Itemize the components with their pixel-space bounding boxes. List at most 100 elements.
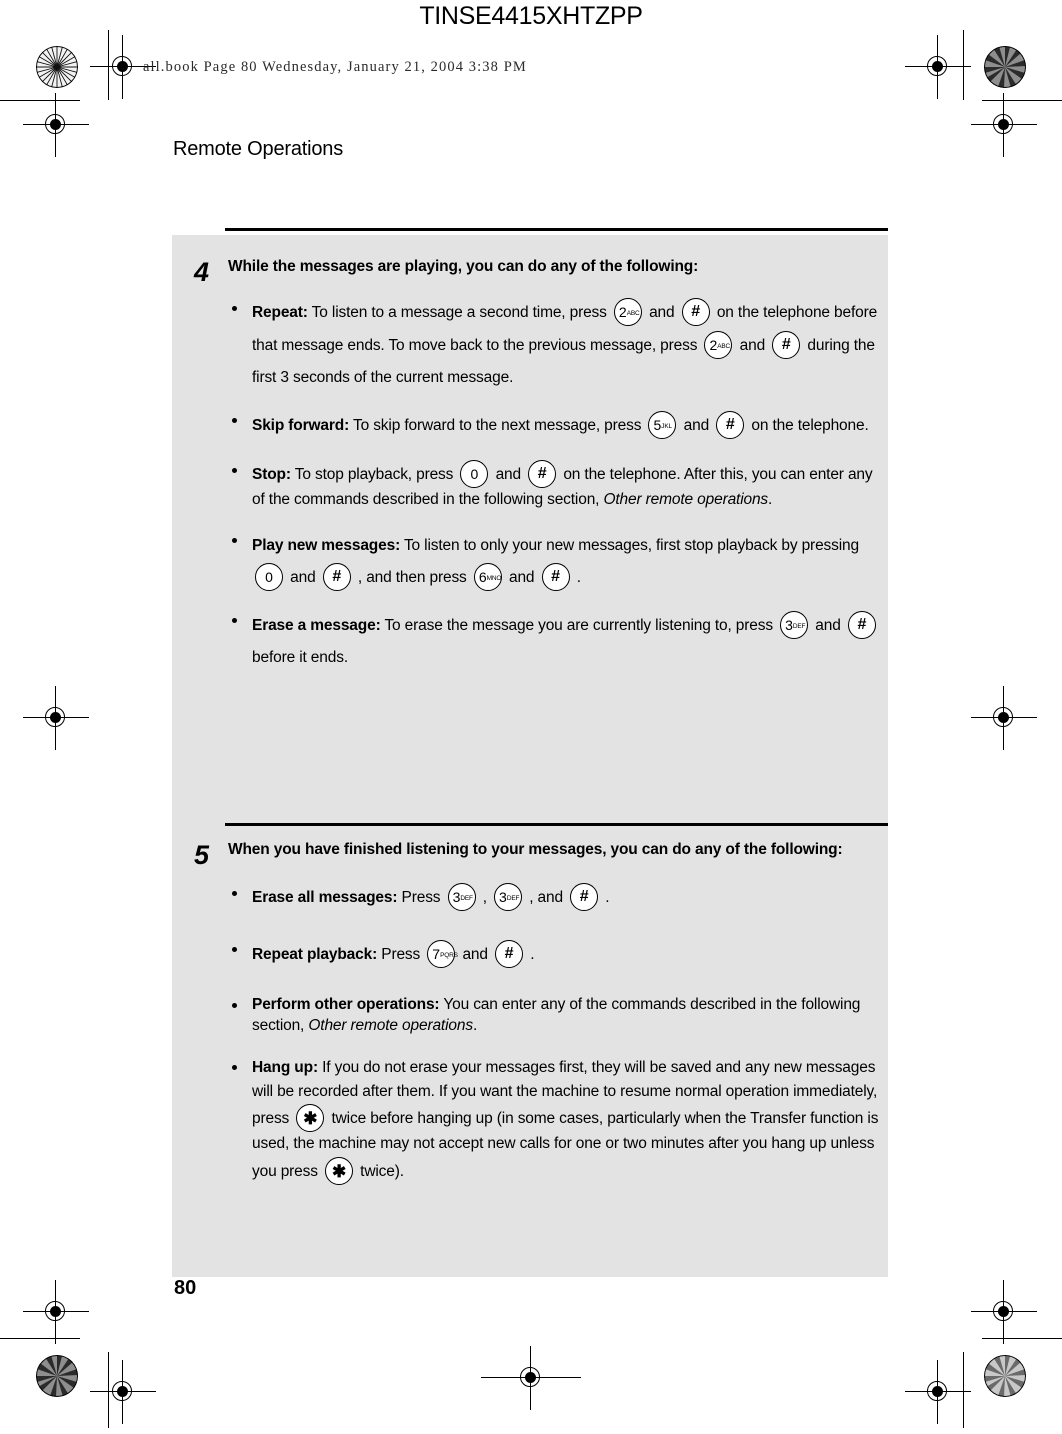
bullet-text-d: . (601, 889, 610, 907)
bullet-text-a: To listen to only your new messages, fir… (400, 536, 859, 554)
crosshair-target-icon (23, 686, 89, 750)
keypad-key-hash[interactable]: # (495, 939, 524, 968)
keypad-key-5[interactable]: 5JKL (648, 410, 677, 439)
keypad-key-2[interactable]: 2ABC (613, 298, 642, 327)
bullet-text-a: Press (397, 889, 445, 907)
step-5-bullets: Erase all messages: Press 3DEF , 3DEF , … (228, 882, 884, 1185)
keypad-key-hash[interactable]: # (847, 610, 876, 639)
keypad-key-3[interactable]: 3DEF (447, 883, 476, 912)
bullet-text-e: . (572, 568, 581, 586)
section-rule-top (225, 228, 888, 231)
step-4: 4 While the messages are playing, you ca… (194, 257, 884, 674)
crosshair-target-icon (23, 1280, 89, 1344)
keypad-key-star[interactable]: ✱ (296, 1104, 325, 1133)
instructions-panel: 4 While the messages are playing, you ca… (172, 228, 888, 1277)
bullet-text-a: To listen to a message a second time, pr… (307, 304, 611, 322)
document-code: TINSE4415XHTZPP (419, 2, 643, 30)
bullet-label: Hang up: (252, 1059, 318, 1077)
keypad-key-hash[interactable]: # (528, 459, 557, 488)
list-item: Erase a message: To erase the message yo… (228, 610, 884, 674)
trim-line-vertical (963, 1352, 964, 1428)
bullet-dot-icon (232, 1002, 237, 1008)
starburst-density-icon (984, 1355, 1026, 1397)
keypad-key-0[interactable]: 0 (460, 459, 489, 488)
bullet-text-b: and (679, 416, 714, 434)
bullet-dot-icon (232, 890, 237, 896)
trim-line-horizontal (0, 100, 80, 101)
bullet-text-b: and (811, 616, 845, 634)
bullet-text-a: To stop playback, press (290, 465, 458, 483)
keypad-key-hash[interactable]: # (681, 298, 710, 327)
keypad-key-6[interactable]: 6MNO (473, 562, 502, 591)
crosshair-target-icon (481, 1346, 581, 1410)
bullet-text-c: , and (525, 889, 568, 907)
starburst-density-icon (36, 1355, 78, 1397)
file-info-line: all.book Page 80 Wednesday, January 21, … (143, 59, 527, 75)
keypad-key-hash[interactable]: # (570, 883, 599, 912)
crosshair-target-icon (90, 35, 156, 99)
bullet-text-c: , and then press (353, 568, 471, 586)
step-number: 5 (194, 840, 210, 870)
section-rule-middle (225, 823, 888, 826)
bullet-label: Perform other operations: (252, 995, 440, 1013)
crosshair-target-icon (971, 686, 1037, 750)
crosshair-target-icon (23, 93, 89, 157)
keypad-key-7[interactable]: 7PQRS (427, 939, 458, 968)
list-item: Erase all messages: Press 3DEF , 3DEF , … (228, 882, 884, 914)
bullet-text-italic: Other remote operations (308, 1016, 473, 1034)
keypad-key-0[interactable]: 0 (255, 562, 283, 591)
bullet-text-b: and (644, 304, 679, 322)
list-item: Repeat: To listen to a message a second … (228, 297, 884, 393)
bullet-text-b: and (491, 465, 526, 483)
bullet-text-b: and (458, 945, 493, 963)
list-item: Perform other operations: You can enter … (228, 995, 884, 1037)
list-item: Play new messages: To listen to only you… (228, 530, 884, 594)
page-number: 80 (174, 1277, 197, 1299)
bullet-text-b: . (472, 1016, 478, 1034)
bullet-text-a: To skip forward to the next message, pre… (349, 416, 646, 434)
bullet-dot-icon (232, 617, 237, 623)
bullet-dot-icon (232, 417, 237, 423)
bullet-text-italic: Other remote operations (603, 490, 769, 508)
keypad-key-hash[interactable]: # (772, 330, 801, 359)
trim-line-horizontal (0, 1338, 80, 1339)
bullet-dot-icon (232, 946, 237, 952)
bullet-text-d: . (768, 490, 773, 508)
trim-line-vertical (963, 30, 964, 100)
trim-line-horizontal (982, 1338, 1062, 1339)
bullet-text-a: Press (377, 945, 425, 963)
keypad-key-3[interactable]: 3DEF (780, 610, 809, 639)
bullet-label: Erase all messages: (252, 889, 398, 907)
bullet-text-c: twice). (356, 1162, 404, 1180)
bullet-dot-icon (232, 537, 237, 543)
bullet-text-d: and (504, 568, 539, 586)
bullet-text-c: on the telephone. (747, 416, 869, 434)
bullet-label: Play new messages: (252, 536, 401, 554)
bullet-label: Erase a message: (252, 616, 381, 634)
starburst-density-icon (984, 46, 1026, 88)
bullet-text-d: and (735, 336, 770, 354)
keypad-key-hash[interactable]: # (716, 410, 745, 439)
bullet-label: Repeat playback: (252, 945, 378, 963)
bullet-label: Repeat: (252, 304, 308, 322)
bullet-text-b: , (478, 889, 492, 907)
keypad-key-hash[interactable]: # (322, 562, 351, 591)
list-item: Repeat playback: Press 7PQRS and # . (228, 939, 884, 971)
step-5: 5 When you have finished listening to yo… (194, 840, 884, 1185)
keypad-key-3[interactable]: 3DEF (494, 883, 523, 912)
step-heading: When you have finished listening to your… (228, 841, 843, 858)
bullet-dot-icon (232, 1064, 237, 1070)
keypad-key-2[interactable]: 2ABC (704, 330, 733, 359)
keypad-key-star[interactable]: ✱ (325, 1156, 354, 1185)
crosshair-target-icon (90, 1360, 156, 1424)
step-4-bullets: Repeat: To listen to a message a second … (228, 297, 884, 674)
crosshair-target-icon (971, 93, 1037, 157)
list-item: Skip forward: To skip forward to the nex… (228, 410, 884, 442)
keypad-key-hash[interactable]: # (541, 562, 570, 591)
trim-line-horizontal (982, 100, 1062, 101)
step-number: 4 (194, 257, 210, 287)
bullet-text-c: . (526, 945, 535, 963)
list-item: Hang up: If you do not erase your messag… (228, 1056, 884, 1185)
bullet-text-c: before it ends. (252, 649, 348, 667)
bullet-text-a: To erase the message you are currently l… (380, 616, 778, 634)
